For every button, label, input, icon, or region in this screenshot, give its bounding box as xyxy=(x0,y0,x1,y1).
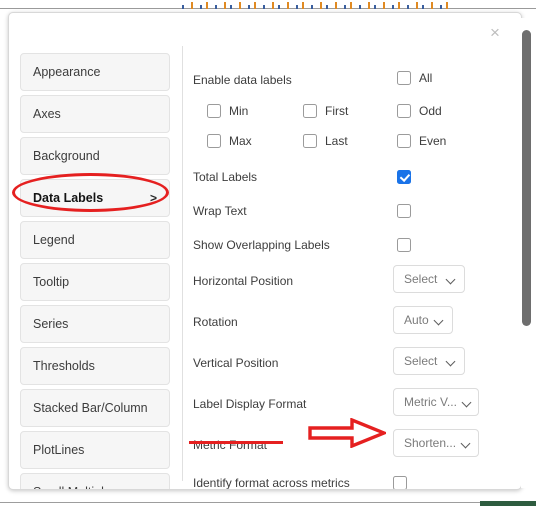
select-value: Metric V... xyxy=(404,395,457,409)
row-label-display-format: Label Display Format Metric V... xyxy=(193,388,493,416)
select-value: Select xyxy=(404,354,438,368)
select-value: Select xyxy=(404,272,438,286)
sidebar-item-thresholds[interactable]: Thresholds xyxy=(20,347,170,385)
label-display-format-label: Label Display Format xyxy=(193,397,307,411)
chevron-down-icon xyxy=(447,357,456,366)
checkbox-show-overlapping-labels[interactable] xyxy=(397,238,411,252)
row-metric-format: Metric Format Shorten... xyxy=(193,429,493,457)
chart-settings-dialog: × Appearance Axes Background Data Labels… xyxy=(8,12,522,490)
checkbox-label: Odd xyxy=(419,104,442,118)
checkbox-first[interactable]: First xyxy=(303,104,348,118)
checkbox-label: All xyxy=(419,71,433,85)
horizontal-position-select[interactable]: Select xyxy=(393,265,465,293)
label-display-format-select[interactable]: Metric V... xyxy=(393,388,479,416)
checkbox-box[interactable] xyxy=(397,134,411,148)
horizontal-position-label: Horizontal Position xyxy=(193,274,294,288)
chevron-down-icon xyxy=(463,398,472,407)
vertical-position-label: Vertical Position xyxy=(193,356,279,370)
row-vertical-position: Vertical Position Select xyxy=(193,347,493,375)
checkbox-box[interactable] xyxy=(397,71,411,85)
sidebar-item-label: Axes xyxy=(33,107,61,121)
row-max-last-even: Max Last Even xyxy=(193,134,493,154)
checkbox-label: Min xyxy=(229,104,249,118)
sidebar-item-stacked-bar-column[interactable]: Stacked Bar/Column xyxy=(20,389,170,427)
metric-format-label: Metric Format xyxy=(193,438,268,452)
row-min-first-odd: Min First Odd xyxy=(193,104,493,124)
checkbox-even[interactable]: Even xyxy=(397,134,446,148)
sidebar-item-label: Small Multiples xyxy=(33,485,117,489)
chevron-right-icon: > xyxy=(149,191,157,205)
select-value: Shorten... xyxy=(404,436,457,450)
scrollbar-track[interactable] xyxy=(521,18,532,488)
sidebar-item-background[interactable]: Background xyxy=(20,137,170,175)
background-bottom-legend xyxy=(0,496,536,506)
settings-nav: Appearance Axes Background Data Labels >… xyxy=(20,53,170,489)
rotation-label: Rotation xyxy=(193,315,238,329)
scrollbar-thumb[interactable] xyxy=(522,30,531,326)
close-icon[interactable]: × xyxy=(485,23,505,43)
sidebar-item-series[interactable]: Series xyxy=(20,305,170,343)
row-wrap-text: Wrap Text xyxy=(193,202,493,222)
identify-format-label: Identify format across metrics xyxy=(193,476,350,490)
row-identify-format: Identify format across metrics xyxy=(193,474,493,490)
select-value: Auto xyxy=(404,313,429,327)
background-chart-ticks xyxy=(182,0,452,9)
wrap-text-label: Wrap Text xyxy=(193,204,247,218)
checkbox-box[interactable] xyxy=(207,134,221,148)
sidebar-item-label: Series xyxy=(33,317,69,331)
sidebar-item-axes[interactable]: Axes xyxy=(20,95,170,133)
metric-format-select[interactable]: Shorten... xyxy=(393,429,479,457)
vertical-position-select[interactable]: Select xyxy=(393,347,465,375)
row-horizontal-position: Horizontal Position Select xyxy=(193,265,493,293)
checkbox-all[interactable]: All xyxy=(397,71,432,85)
sidebar-item-data-labels[interactable]: Data Labels > xyxy=(20,179,170,217)
checkbox-identify-format[interactable] xyxy=(393,476,407,489)
checkbox-box[interactable] xyxy=(207,104,221,118)
checkbox-label: Even xyxy=(419,134,447,148)
sidebar-item-small-multiples[interactable]: Small Multiples xyxy=(20,473,170,489)
sidebar-item-label: Legend xyxy=(33,233,75,247)
checkbox-max[interactable]: Max xyxy=(207,134,252,148)
sidebar-item-label: Appearance xyxy=(33,65,101,79)
row-show-overlapping-labels: Show Overlapping Labels xyxy=(193,236,493,256)
row-rotation: Rotation Auto xyxy=(193,306,493,334)
checkbox-wrap-text[interactable] xyxy=(397,204,411,218)
sidebar-item-label: Tooltip xyxy=(33,275,70,289)
checkbox-total-labels[interactable] xyxy=(397,170,411,184)
sidebar-item-appearance[interactable]: Appearance xyxy=(20,53,170,91)
chevron-down-icon xyxy=(435,316,444,325)
sidebar-item-label: Data Labels xyxy=(33,191,104,205)
enable-data-labels-label: Enable data labels xyxy=(193,73,292,87)
sidebar-item-label: Background xyxy=(33,149,100,163)
sidebar-item-legend[interactable]: Legend xyxy=(20,221,170,259)
checkbox-last[interactable]: Last xyxy=(303,134,348,148)
show-overlapping-labels-label: Show Overlapping Labels xyxy=(193,238,330,252)
sidebar-item-label: Thresholds xyxy=(33,359,95,373)
sidebar-item-label: Stacked Bar/Column xyxy=(33,401,148,415)
checkbox-box[interactable] xyxy=(397,104,411,118)
sidebar-item-label: PlotLines xyxy=(33,443,85,457)
row-enable-data-labels: Enable data labels All xyxy=(193,71,493,91)
checkbox-odd[interactable]: Odd xyxy=(397,104,442,118)
screen: { "dialog": { "close_label": "\u00d7", "… xyxy=(0,0,536,506)
chevron-down-icon xyxy=(462,439,471,448)
checkbox-label: First xyxy=(325,104,349,118)
row-total-labels: Total Labels xyxy=(193,168,493,188)
checkbox-label: Last xyxy=(325,134,348,148)
checkbox-box[interactable] xyxy=(303,134,317,148)
checkbox-label: Max xyxy=(229,134,252,148)
panel-divider xyxy=(182,46,183,481)
total-labels-label: Total Labels xyxy=(193,170,258,184)
chevron-down-icon xyxy=(447,275,456,284)
checkbox-box[interactable] xyxy=(303,104,317,118)
checkbox-min[interactable]: Min xyxy=(207,104,248,118)
sidebar-item-tooltip[interactable]: Tooltip xyxy=(20,263,170,301)
sidebar-item-plotlines[interactable]: PlotLines xyxy=(20,431,170,469)
rotation-select[interactable]: Auto xyxy=(393,306,453,334)
